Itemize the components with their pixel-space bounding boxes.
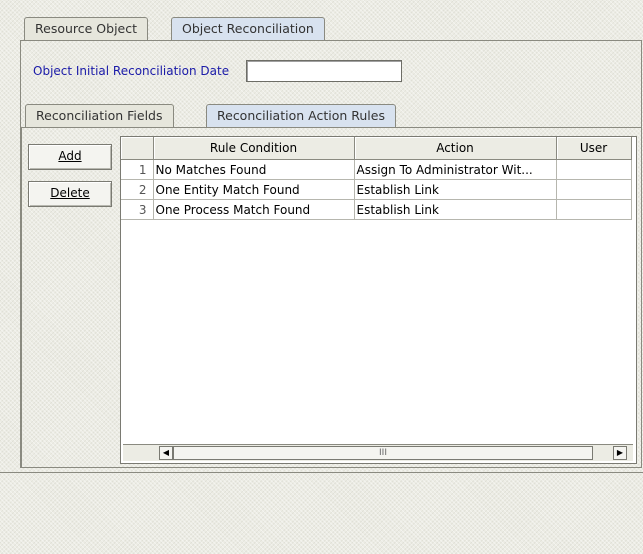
tab-resource-object[interactable]: Resource Object (24, 17, 149, 41)
bottom-empty-panel (0, 472, 643, 554)
date-field-label: Object Initial Reconciliation Date (33, 64, 230, 78)
delete-button[interactable]: Delete (28, 181, 112, 207)
action-rules-panel: Add Delete Rule Condition Action User 1 … (21, 127, 642, 468)
action-cell[interactable]: Assign To Administrator Wit... (354, 159, 557, 180)
object-reconciliation-panel: Object Initial Reconciliation Date Recon… (20, 40, 642, 468)
rule-condition-cell[interactable]: One Process Match Found (153, 199, 355, 220)
column-header-rule-condition[interactable]: Rule Condition (153, 137, 355, 160)
scrollbar-thumb[interactable]: III (173, 446, 593, 460)
row-number: 2 (121, 179, 154, 200)
scroll-right-arrow-icon[interactable]: ▶ (613, 446, 627, 460)
tab-reconciliation-fields[interactable]: Reconciliation Fields (25, 104, 174, 128)
rule-condition-cell[interactable]: No Matches Found (153, 159, 355, 180)
horizontal-scrollbar[interactable]: ◀ III ▶ (123, 444, 633, 461)
table-row[interactable]: 1 No Matches Found Assign To Administrat… (121, 159, 632, 180)
row-number-header (121, 137, 154, 160)
rules-table: Rule Condition Action User 1 No Matches … (121, 137, 632, 220)
tab-reconciliation-action-rules[interactable]: Reconciliation Action Rules (206, 104, 396, 128)
user-cell[interactable] (556, 179, 632, 200)
column-header-user[interactable]: User (556, 137, 632, 160)
table-header-row: Rule Condition Action User (121, 137, 632, 160)
delete-button-label: Delete (50, 186, 90, 200)
action-rules-table[interactable]: Rule Condition Action User 1 No Matches … (120, 136, 637, 464)
action-cell[interactable]: Establish Link (354, 199, 557, 220)
table-row[interactable]: 3 One Process Match Found Establish Link (121, 199, 632, 220)
scroll-left-arrow-icon[interactable]: ◀ (159, 446, 173, 460)
column-header-action[interactable]: Action (354, 137, 557, 160)
row-number: 1 (121, 159, 154, 180)
action-cell[interactable]: Establish Link (354, 179, 557, 200)
rule-condition-cell[interactable]: One Entity Match Found (153, 179, 355, 200)
user-cell[interactable] (556, 199, 632, 220)
add-button[interactable]: Add (28, 144, 112, 170)
initial-reconciliation-date-input[interactable] (246, 60, 402, 82)
add-button-label: Add (58, 149, 82, 163)
row-number: 3 (121, 199, 154, 220)
table-row[interactable]: 2 One Entity Match Found Establish Link (121, 179, 632, 200)
user-cell[interactable] (556, 159, 632, 180)
tab-object-reconciliation[interactable]: Object Reconciliation (171, 17, 325, 41)
